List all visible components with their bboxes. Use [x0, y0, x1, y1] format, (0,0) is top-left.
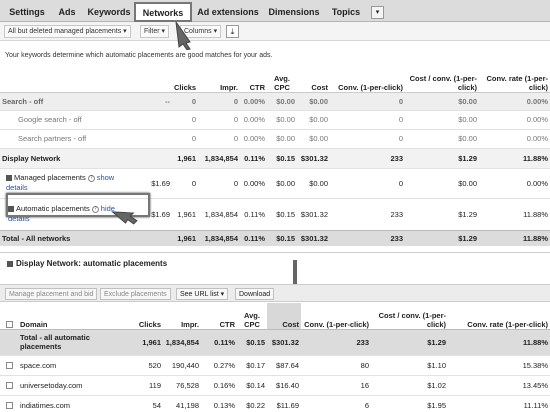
tab-bar: Settings Ads Keywords Networks Ad extens…	[0, 0, 550, 22]
show-details-link[interactable]: show	[97, 173, 115, 182]
domain-link[interactable]: space.com	[18, 354, 130, 375]
table-row: universetoday.com 119 76,528 0.16% $0.14…	[0, 374, 550, 395]
annotation-arrow-icon	[175, 21, 191, 50]
row-checkbox[interactable]	[5, 402, 13, 410]
domain-link[interactable]: indiatimes.com	[18, 394, 130, 412]
tab-settings[interactable]: Settings	[6, 4, 48, 21]
tab-networks[interactable]: Networks	[134, 2, 192, 22]
col-conv[interactable]: Conv. (1-per-click)	[330, 66, 405, 92]
row-checkbox[interactable]	[5, 362, 13, 370]
filter-button[interactable]: Filter ▾	[140, 25, 170, 38]
col-clicks[interactable]: Clicks	[130, 303, 163, 329]
status-square-icon	[7, 261, 13, 267]
col-domain[interactable]: Domain	[18, 303, 130, 329]
col-cost[interactable]: Cost	[297, 66, 330, 92]
section-title: Display Network: automatic placements	[16, 259, 168, 268]
col-avg-cpc[interactable]: Avg. CPC	[267, 66, 297, 92]
col-conv-rate[interactable]: Conv. rate (1-per-click)	[479, 66, 550, 92]
table-row: Display Network 1,961 1,834,854 0.11% $0…	[0, 147, 550, 168]
table-total-row: Total - All networks 1,961 1,834,854 0.1…	[0, 229, 550, 246]
col-conv[interactable]: Conv. (1-per-click)	[301, 303, 371, 329]
tab-topics[interactable]: Topics	[326, 4, 366, 21]
see-url-list-button[interactable]: See URL list ▾	[176, 288, 229, 300]
table-row: Google search - off 0 0 0.00% $0.00 $0.0…	[0, 109, 550, 129]
col-ctr[interactable]: CTR	[240, 66, 267, 92]
col-cost-per-conv[interactable]: Cost / conv. (1-per-click)	[405, 66, 479, 92]
download-button[interactable]: Download	[235, 288, 275, 300]
tab-overflow-menu[interactable]: ▾	[371, 6, 384, 19]
placement-toolbar: Manage placement and bid Exclude placeme…	[0, 284, 550, 302]
domain-link[interactable]: universetoday.com	[18, 374, 130, 395]
networks-table: Clicks Impr. CTR Avg. CPC Cost Conv. (1-…	[0, 66, 550, 246]
status-square-icon	[6, 175, 12, 182]
table-total-row: Total - all automatic placements 1,961 1…	[0, 328, 550, 355]
manage-placement-button[interactable]: Manage placement and bid	[5, 288, 98, 300]
placement-scope-select[interactable]: All but deleted managed placements ▾	[4, 25, 131, 38]
row-checkbox[interactable]	[5, 382, 13, 390]
annotation-arrow-icon	[111, 211, 138, 225]
table-row: Search - off -- 0 0 0.00% $0.00 $0.00 0 …	[0, 92, 550, 110]
table-row: Search partners - off 0 0 0.00% $0.00 $0…	[0, 128, 550, 148]
col-ctr[interactable]: CTR	[201, 303, 237, 329]
automatic-placements-table: Domain Clicks Impr. CTR Avg. CPC Cost Co…	[0, 303, 550, 412]
col-clicks[interactable]: Clicks	[172, 66, 198, 92]
col-cost[interactable]: Cost	[267, 303, 301, 329]
select-all-checkbox[interactable]	[5, 321, 13, 329]
table-row: space.com 520 190,440 0.27% $0.17 $87.64…	[0, 354, 550, 375]
tab-ads[interactable]: Ads	[52, 4, 82, 21]
col-impr[interactable]: Impr.	[163, 303, 201, 329]
chevron-down-icon: ▾	[375, 9, 380, 16]
col-cost-per-conv[interactable]: Cost / conv. (1-per-click)	[371, 303, 448, 329]
help-icon[interactable]: ?	[87, 174, 95, 182]
tab-dimensions[interactable]: Dimensions	[266, 4, 322, 21]
tab-keywords[interactable]: Keywords	[86, 4, 132, 21]
col-conv-rate[interactable]: Conv. rate (1-per-click)	[448, 303, 550, 329]
exclude-placements-button[interactable]: Exclude placements	[100, 288, 171, 300]
info-text: Your keywords determine which automatic …	[5, 52, 273, 59]
col-impr[interactable]: Impr.	[198, 66, 240, 92]
section-header: Display Network: automatic placements	[0, 252, 550, 274]
download-icon[interactable]: ⤓	[226, 25, 239, 38]
filter-bar: All but deleted managed placements ▾ Fil…	[0, 22, 550, 41]
col-avg-cpc[interactable]: Avg. CPC	[237, 303, 267, 329]
table-row: indiatimes.com 54 41,198 0.13% $0.22 $11…	[0, 394, 550, 412]
tab-ad-extensions[interactable]: Ad extensions	[194, 4, 262, 21]
